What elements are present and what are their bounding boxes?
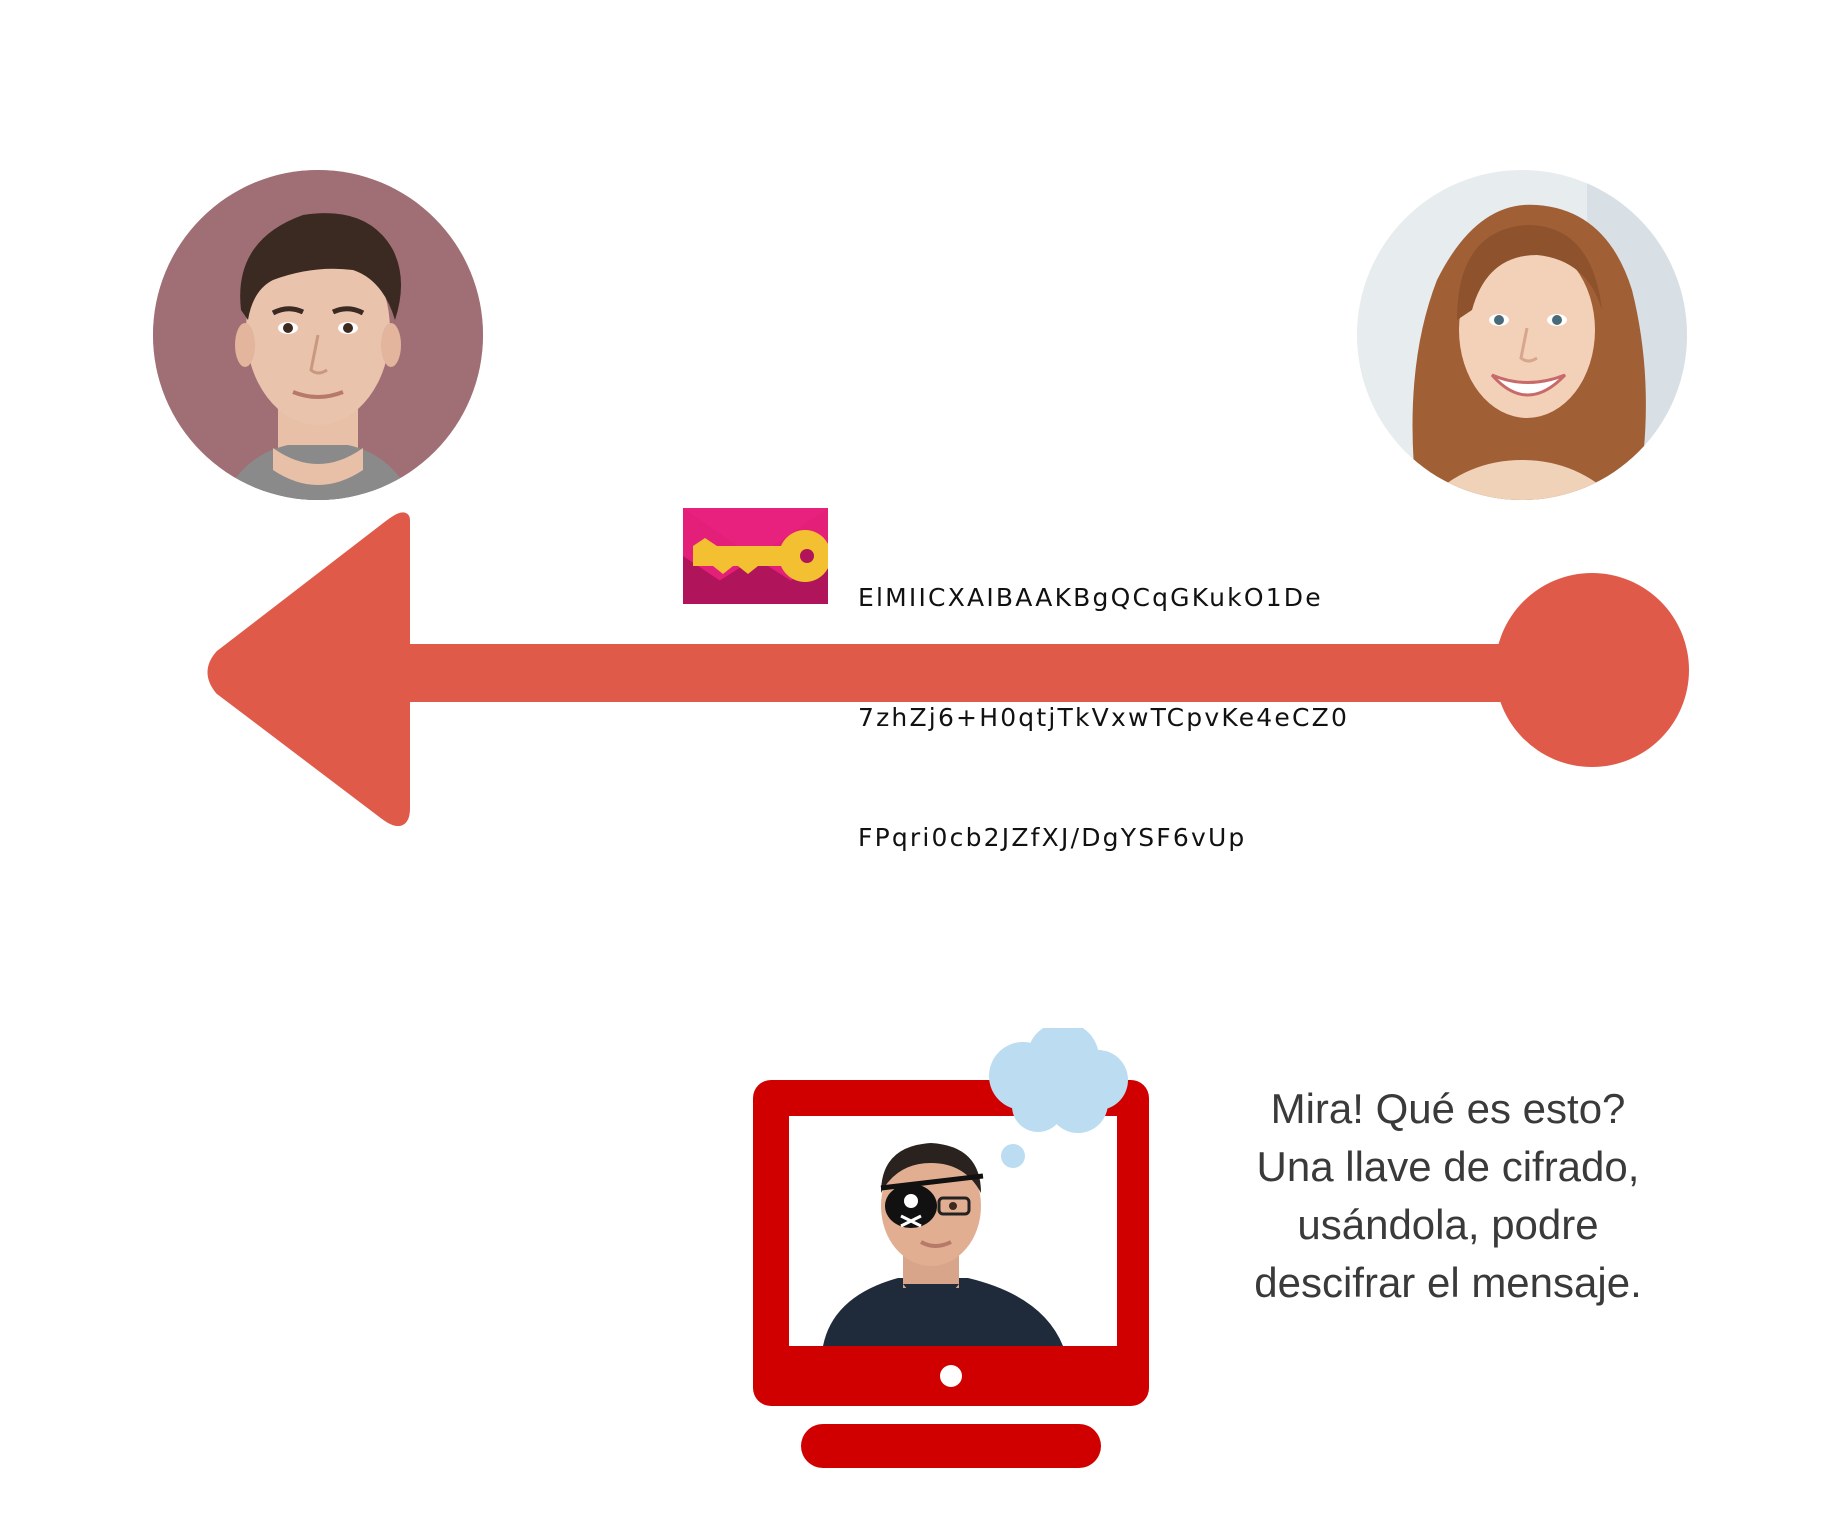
key-line-2: 7zhZj6+H0qtjTkVxwTCpvKe4eCZ0: [858, 703, 1350, 732]
thought-line-3: usándola, podre: [1297, 1201, 1599, 1248]
eavesdropper-thought: Mira! Qué es esto? Una llave de cifrado,…: [1218, 1080, 1678, 1312]
thought-line-4: descifrar el mensaje.: [1254, 1259, 1642, 1306]
envelope-key-icon: [683, 508, 828, 604]
key-line-1: ElMIICXAIBAAKBgQCqGKukO1De: [858, 583, 1323, 612]
key-text-block: ElMIICXAIBAAKBgQCqGKukO1De 7zhZj6+H0qtjT…: [858, 498, 1349, 938]
diagram-canvas: ElMIICXAIBAAKBgQCqGKukO1De 7zhZj6+H0qtjT…: [0, 0, 1826, 1520]
thought-line-1: Mira! Qué es esto?: [1270, 1085, 1626, 1132]
thought-line-2: Una llave de cifrado,: [1256, 1143, 1640, 1190]
key-line-3: FPqri0cb2JZfXJ/DgYSF6vUp: [858, 823, 1247, 852]
eavesdropper-monitor: [753, 1028, 1149, 1468]
